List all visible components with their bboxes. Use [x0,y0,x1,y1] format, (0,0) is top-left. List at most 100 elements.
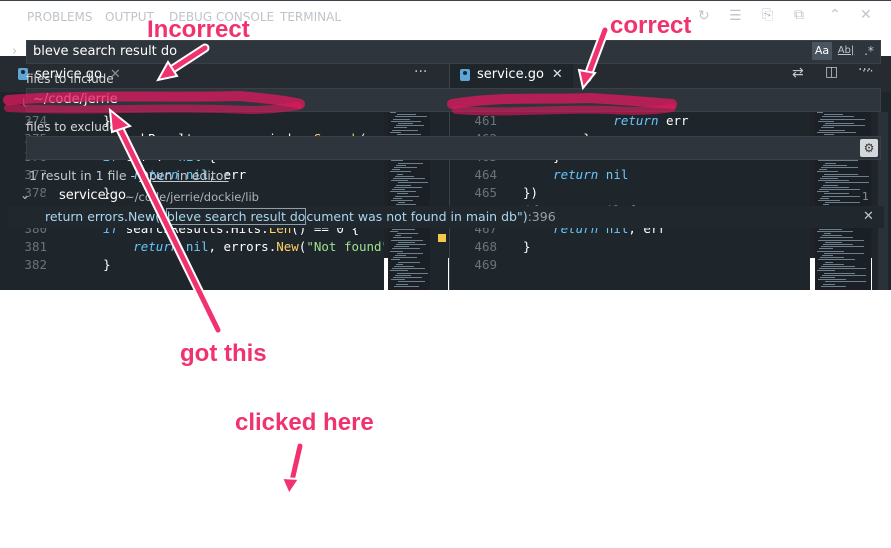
minimap-line [398,281,425,283]
minimap-line [825,162,836,164]
minimap-line [822,255,833,256]
open-in-editor-link[interactable]: Open in editor [139,168,229,183]
minimap-line [397,272,428,274]
minimap-line [397,252,423,254]
chevron-down-icon[interactable]: ⌄ [20,188,30,202]
minimap-line [823,263,844,265]
match-highlight: bleve search result do [165,208,307,225]
close-panel-icon[interactable]: ✕ [860,7,872,23]
line-code: return nil, errors.New("Not found") [133,239,384,254]
minimap-line [820,257,844,259]
minimap-line [395,255,406,256]
right-tab-label: service.go [477,67,544,82]
clear-results-icon[interactable]: ☰ [729,8,742,24]
minimap-line [395,274,411,276]
tab-terminal[interactable]: TERMINAL [280,10,341,24]
dismiss-result-icon[interactable]: ✕ [863,209,874,224]
tab-search[interactable]: SEARCH [353,10,402,31]
minimap-line [820,178,838,179]
regex-toggle[interactable]: .* [860,42,878,60]
minimap-line [821,285,846,287]
annotation-correct: correct [610,12,692,39]
close-icon[interactable]: ✕ [552,67,563,82]
open-changes-icon[interactable]: ⇄ [792,65,804,81]
minimap-line [819,228,842,230]
code-line[interactable]: 469 [450,256,810,274]
file-result-row[interactable]: ⌄ service.go ~/code/jerrie/dockie/lib 1 [0,186,891,206]
minimap-line [392,248,420,250]
minimap-line [821,266,855,267]
line-code: } [523,239,531,254]
new-search-editor-icon[interactable]: ⎘ [762,7,773,23]
chevron-right-icon[interactable]: › [12,44,17,59]
more-options-icon[interactable]: ··· [862,64,873,78]
exclude-label: files to exclude [26,120,117,134]
minimap-line [823,125,865,127]
use-exclude-settings-icon[interactable]: ⚙ [860,139,878,157]
match-case-toggle[interactable]: Aa [812,42,832,60]
more-actions-icon[interactable]: ··· [414,64,427,80]
include-input[interactable]: ~/code/jerrie [26,88,881,112]
collapse-all-icon[interactable]: ⧉ [794,7,804,23]
tab-problems[interactable]: PROBLEMS [27,10,93,24]
match-word-toggle[interactable]: Ab| [836,42,856,60]
minimap-line [818,180,849,182]
line-code: return err [613,113,689,128]
minimap-line [394,167,417,168]
minimap-line [817,112,823,113]
match-suffix: cument was not found in main db") [306,209,528,224]
minimap-line [824,173,858,175]
match-prefix: return errors.New(" [45,209,166,224]
minimap-line [397,114,416,116]
minimap-line [824,233,831,234]
minimap-line [823,283,835,285]
minimap-line [392,169,400,171]
minimap-line [820,237,853,239]
minimap-line [825,241,842,243]
minimap-line [394,285,419,287]
minimap-line [396,244,426,245]
annotation-clicked-here: clicked here [235,409,374,436]
code-line[interactable]: 468} [450,238,810,256]
minimap-line [391,120,421,122]
minimap-line [398,182,428,184]
minimap-line [398,162,423,164]
minimap-line [822,274,866,276]
minimap-line [390,230,398,232]
split-editor-icon[interactable]: ◫ [825,64,838,80]
minimap-line [392,129,418,131]
minimap-line [397,173,403,175]
minimap-line [818,259,855,261]
exclude-input[interactable] [26,136,881,160]
minimap-line [824,252,864,254]
minimap-line [821,167,858,168]
minimap-line [818,120,834,122]
match-result-row[interactable]: return errors.New("bleve search result d… [8,206,884,228]
minimap-line [819,129,845,131]
refresh-icon[interactable]: ↻ [698,8,710,24]
code-line[interactable]: 381 return nil, errors.New("Not found") [0,238,384,256]
result-file-name: service.go [59,188,126,203]
minimap-line [819,268,866,270]
code-line[interactable]: 461 return err [450,112,810,130]
minimap-line [818,279,846,281]
line-code: } [73,257,111,272]
minimap-line [820,277,835,278]
minimap-line [823,164,847,166]
minimap-line [820,118,865,120]
minimap-line [822,175,869,177]
minimap-line [825,182,869,184]
line-number: 382 [24,257,47,272]
code-line[interactable]: 382 } [0,256,384,274]
minimap-line [393,257,417,259]
minimap-line [817,230,853,232]
minimap-line [396,125,424,127]
minimap-line [822,235,842,237]
results-summary: 1 result in 1 file - Open in editor [29,168,229,183]
code-line[interactable]: 464 return nil [450,166,810,184]
minimap-line [390,171,411,173]
chevron-up-icon[interactable]: ⌃ [829,7,841,23]
minimap-line [396,164,406,166]
line-number: 381 [24,239,47,254]
minimap-line [398,241,415,243]
